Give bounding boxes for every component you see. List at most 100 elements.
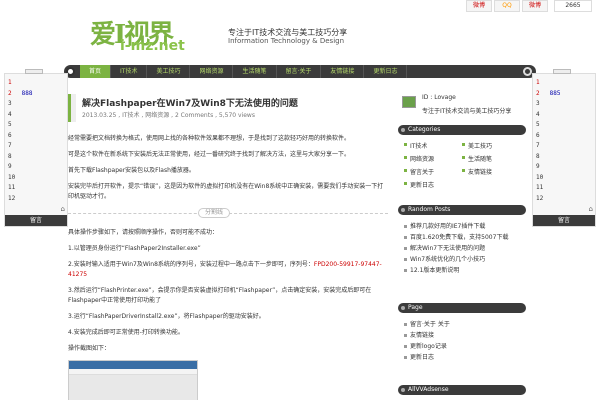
step-1: 1.以管理员身份运行“FlashPaper2Installer.exe” [68,245,201,252]
widget-tab-right[interactable] [553,69,571,74]
nav-tab-it[interactable]: IT技术 [111,65,148,78]
weibo-icon[interactable]: 微博 [466,0,492,12]
line-number: 7 [536,142,540,149]
ads-heading: AllVVAdsense [398,385,526,395]
random-post-link[interactable]: 推荐几款好用的IE7插件下载 [404,221,520,232]
line-number: 11 [8,184,16,191]
follower-count: 2665 [554,0,592,12]
line-number: 12 [536,194,544,202]
line-number: 5 [8,121,12,128]
random-posts-heading: Random Posts [398,205,526,215]
nav-tabs: 首页 IT技术 美工技巧 网络资源 生活随笔 留言·关于 友情链接 更新日志 [80,65,408,78]
line-number: 12 [8,194,16,202]
article-screenshot[interactable] [68,360,198,400]
line-number: 1 [536,79,540,86]
search-icon[interactable] [523,67,532,76]
screenshot-titlebar [69,361,197,369]
step-3a: 3.然后运行“FlashPrinter.exe”，会提示你是否安装虚拟打印机“F… [68,287,372,304]
left-guestbook-widget: 1 2 888 3 4 5 6 7 8 9 10 11 12 ⌂ 留言 [4,69,68,227]
weibo-follow-icon[interactable]: 微博 [522,0,548,12]
line-number: 2 [536,89,540,97]
section-divider: 分割线 [68,208,388,218]
line-number: 7 [8,142,12,149]
category-link[interactable]: 生活随笔 [462,154,520,163]
widget-line: 12 [536,194,592,205]
article-body: 经常需要把文档转换为格式，使用网上找的各种软件效果都不理想，于是找到了这款轻巧好… [68,134,388,400]
step-2-text: 2.安装时输入适用于Win7及Win8系统的序列号，安装过程中一路点击下一步即可… [68,261,314,268]
widget-line: 9 [536,162,592,173]
nav-tab-resources[interactable]: 网络资源 [190,65,234,78]
random-post-link[interactable]: 解决Win7下无法使用的问题 [404,243,520,254]
site-slogan-en: Information Technology & Design [228,37,345,45]
line-number: 6 [536,131,540,139]
nav-tab-changelog[interactable]: 更新日志 [364,65,408,78]
line-number: 3 [536,100,540,107]
line-value: 888 [21,89,33,97]
article-paragraph: 经常需要把文档转换为格式，使用网上找的各种软件效果都不理想，于是找到了这款轻巧好… [68,135,351,142]
category-link[interactable]: 留言关于 [404,167,462,176]
nav-tab-life[interactable]: 生活随笔 [233,65,277,78]
line-number: 6 [8,131,12,139]
article-paragraph: 首先下载Flashpaper安装包以及Flash播放器。 [68,167,195,174]
widget-line: 4 [8,110,64,121]
category-link[interactable]: 网络资源 [404,154,462,163]
step-4: 4.安装完成后即可正常使用-打印转换功能。 [68,329,184,336]
category-link[interactable]: 更新日志 [404,180,462,189]
widget-line: 6 [536,131,592,142]
line-number: 2 [8,89,12,97]
article-title[interactable]: 解决Flashpaper在Win7及Win8下无法使用的问题 [82,96,298,109]
line-number: 4 [8,110,12,118]
nav-tab-design[interactable]: 美工技巧 [147,65,191,78]
divider-label: 分割线 [198,208,231,218]
categories-panel: Categories IT技术 美工技巧 网络资源 生活随笔 留言关于 友情链接 更新日志 [398,125,526,189]
step-3b: 3.运行“FlashPaperDriverInstall2.exe”，将Flas… [68,313,265,320]
screenshot-toolbar [69,369,197,375]
line-number: 8 [536,152,540,160]
random-post-link[interactable]: 12.1版本更新说明 [404,265,520,276]
line-number: 4 [536,110,540,118]
step-2: 2.安装时输入适用于Win7及Win8系统的序列号，安装过程中一路点击下一步即可… [68,260,388,280]
category-link[interactable]: 美工技巧 [462,141,520,150]
home-small-icon[interactable]: ⌂ [589,205,593,213]
logo-en-text: i-mz.net [120,38,185,54]
pages-heading: Page [398,303,526,313]
page-link[interactable]: 友情链接 [404,330,520,341]
line-number: 1 [8,79,12,86]
page-link[interactable]: 更新logo记录 [404,341,520,352]
left-widget-lines: 1 2 888 3 4 5 6 7 8 9 10 11 12 [5,74,67,208]
widget-line: 10 [536,173,592,184]
category-link[interactable]: 友情链接 [462,167,520,176]
home-small-icon[interactable]: ⌂ [61,205,65,213]
page-link[interactable]: 留言·关于 关于 [404,319,520,330]
widget-line: 1 [8,78,64,89]
widget-line: 8 [8,152,64,163]
widget-line: 4 [536,110,592,121]
step-intro: 具体操作步骤如下，请按照顺序操作，否则可能不成功： [68,229,219,236]
line-number: 8 [8,152,12,160]
right-widget-footer[interactable]: 留言 [533,215,595,226]
page-link[interactable]: 更新日志 [404,352,520,363]
main-nav: 首页 IT技术 美工技巧 网络资源 生活随笔 留言·关于 友情链接 更新日志 [64,65,536,78]
category-link[interactable]: IT技术 [404,141,462,150]
random-post-link[interactable]: Win7系统优化的几个小技巧 [404,254,520,265]
line-value: 885 [549,89,561,97]
random-posts-panel: Random Posts 推荐几款好用的IE7插件下载 百度1.620免费下载，支… [398,205,526,276]
widget-line: 5 [8,120,64,131]
social-links: 微博 QQ 微博 [466,0,548,12]
nav-tab-home[interactable]: 首页 [80,65,112,78]
widget-tab-left[interactable] [25,69,43,74]
nav-tab-about[interactable]: 留言·关于 [277,65,322,78]
widget-line: 5 [536,120,592,131]
left-widget-footer[interactable]: 留言 [5,215,67,226]
line-number: 5 [536,121,540,128]
widget-line: 8 [536,152,592,163]
nav-tab-links[interactable]: 友情链接 [321,65,365,78]
screenshot-caption: 操作截图如下： [68,345,111,352]
widget-line: 2 888 [8,89,64,100]
line-number: 11 [536,184,544,191]
random-posts-list: 推荐几款好用的IE7插件下载 百度1.620免费下载，支持5007下载 解决Win7… [398,215,526,276]
qq-icon[interactable]: QQ [494,0,520,12]
site-logo[interactable]: 爱I视界 i-mz.net [90,14,220,54]
random-post-link[interactable]: 百度1.620免费下载，支持5007下载 [404,232,520,243]
widget-line: 3 [536,99,592,110]
